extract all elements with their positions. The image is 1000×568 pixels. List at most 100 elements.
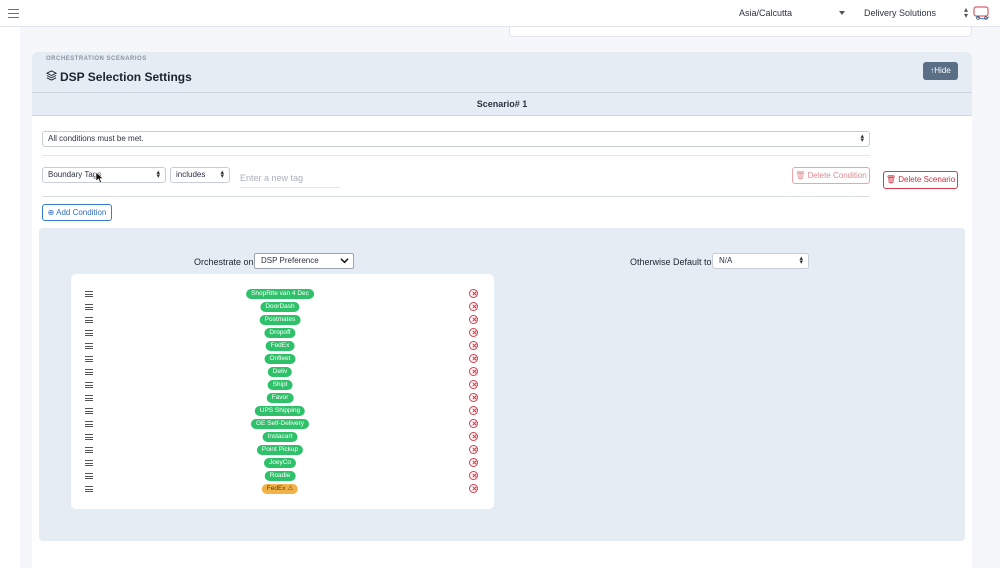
condition-field-select[interactable]: Boundary Tags ▴ ▾	[42, 167, 166, 183]
drag-handle-icon[interactable]	[85, 473, 93, 479]
remove-circle-icon[interactable]	[469, 315, 478, 324]
dsp-list-item[interactable]: FedEx	[71, 340, 494, 353]
drag-handle-icon[interactable]	[85, 421, 93, 427]
delete-scenario-label: Delete Scenario	[898, 175, 956, 184]
dsp-preference-list: ShopRite van 4 Dec DoorDash Postmates Dropo…	[71, 274, 494, 509]
remove-circle-icon[interactable]	[469, 406, 478, 415]
dsp-list-item[interactable]: ShopRite van 4 Dec	[71, 288, 494, 301]
dsp-list-item[interactable]: Point Pickup	[71, 444, 494, 457]
delete-scenario-button[interactable]: 🗑︎ Delete Scenario	[883, 171, 958, 189]
drag-handle-icon[interactable]	[85, 395, 93, 401]
default-dsp-select[interactable]: N/A ▴ ▾	[712, 253, 809, 269]
dsp-list-item[interactable]: FedEx ⚠	[71, 483, 494, 496]
dsp-list-item[interactable]: Instacart	[71, 431, 494, 444]
condition-match-select[interactable]: All conditions must be met. ▴ ▾	[42, 131, 870, 147]
updown-icon: ▴ ▾	[799, 255, 803, 266]
remove-circle-icon[interactable]	[469, 354, 478, 363]
delete-condition-label: Delete Condition	[807, 171, 867, 180]
organization-value: Delivery Solutions	[864, 8, 937, 18]
drag-handle-icon[interactable]	[85, 304, 93, 310]
dsp-name-badge: Instacart	[262, 432, 298, 442]
dsp-name-badge: FedEx ⚠	[261, 484, 299, 494]
dsp-name-badge: ShopRite van 4 Dec	[246, 289, 314, 299]
orchestrate-value: DSP Preference	[261, 256, 319, 265]
dsp-name-badge: Roadie	[264, 471, 296, 481]
drag-handle-icon[interactable]	[85, 486, 93, 492]
hamburger-menu-icon[interactable]	[8, 9, 19, 18]
drag-handle-icon[interactable]	[85, 382, 93, 388]
dsp-list-item[interactable]: GE Self-Delivery	[71, 418, 494, 431]
dsp-name-badge: Deliv	[267, 367, 293, 377]
condition-field-value: Boundary Tags	[48, 170, 102, 179]
drag-handle-icon[interactable]	[85, 330, 93, 336]
remove-circle-icon[interactable]	[469, 393, 478, 402]
dsp-list-item[interactable]: Onfleet	[71, 353, 494, 366]
dsp-list-item[interactable]: JoeyCo	[71, 457, 494, 470]
dsp-list-item[interactable]: Favor	[71, 392, 494, 405]
condition-operator-value: includes	[176, 170, 206, 179]
drag-handle-icon[interactable]	[85, 356, 93, 362]
delivery-logo-icon[interactable]	[972, 3, 992, 23]
layers-icon	[46, 70, 57, 81]
section-eyebrow: ORCHESTRATION SCENARIOS	[46, 56, 147, 62]
top-bar: Asia/Calcutta Delivery Solutions ▴ ▾	[0, 0, 1000, 27]
dsp-list-item[interactable]: Postmates	[71, 314, 494, 327]
drag-handle-icon[interactable]	[85, 369, 93, 375]
dsp-name-badge: Shipt	[267, 380, 293, 390]
mouse-cursor-icon	[95, 171, 104, 184]
dsp-list-item[interactable]: Shipt	[71, 379, 494, 392]
add-condition-label: Add Condition	[56, 208, 107, 217]
drag-handle-icon[interactable]	[85, 447, 93, 453]
dsp-list-item[interactable]: Roadie	[71, 470, 494, 483]
caret-down-icon	[839, 11, 845, 15]
condition-operator-select[interactable]: includes ▴ ▾	[170, 167, 230, 183]
remove-circle-icon[interactable]	[469, 289, 478, 298]
trash-icon: 🗑︎	[795, 171, 806, 180]
remove-circle-icon[interactable]	[469, 484, 478, 493]
dsp-name-badge: UPS Shipping	[254, 406, 306, 416]
updown-icon: ▴ ▾	[963, 5, 968, 20]
orchestrate-select[interactable]: DSP Preference	[254, 253, 354, 269]
dsp-list-item[interactable]: Deliv	[71, 366, 494, 379]
remove-circle-icon[interactable]	[469, 445, 478, 454]
plus-circle-icon: ⊕	[47, 208, 55, 217]
delete-condition-button[interactable]: 🗑︎ Delete Condition	[792, 167, 870, 184]
drag-handle-icon[interactable]	[85, 460, 93, 466]
default-dsp-value: N/A	[719, 256, 733, 265]
tag-input[interactable]	[240, 168, 340, 188]
dsp-name-badge: Onfleet	[264, 354, 296, 364]
remove-circle-icon[interactable]	[469, 419, 478, 428]
remove-circle-icon[interactable]	[469, 380, 478, 389]
dsp-name-badge: Favor	[266, 393, 294, 403]
remove-circle-icon[interactable]	[469, 302, 478, 311]
remove-circle-icon[interactable]	[469, 341, 478, 350]
add-condition-button[interactable]: ⊕ Add Condition	[42, 204, 112, 221]
scenario-title: Scenario# 1	[32, 92, 972, 116]
dsp-name-badge: Postmates	[259, 315, 301, 325]
drag-handle-icon[interactable]	[85, 317, 93, 323]
drag-handle-icon[interactable]	[85, 343, 93, 349]
orchestration-panel: Orchestrate on DSP Preference Otherwise …	[39, 228, 965, 541]
drag-handle-icon[interactable]	[85, 408, 93, 414]
remove-circle-icon[interactable]	[469, 432, 478, 441]
dsp-list-item[interactable]: DoorDash	[71, 301, 494, 314]
drag-handle-icon[interactable]	[85, 291, 93, 297]
remove-circle-icon[interactable]	[469, 471, 478, 480]
timezone-value: Asia/Calcutta	[739, 8, 793, 18]
timezone-select[interactable]: Asia/Calcutta	[739, 8, 847, 20]
updown-icon: ▴ ▾	[220, 169, 224, 180]
hide-button[interactable]: ↑Hide	[923, 62, 958, 80]
dsp-list-item[interactable]: UPS Shipping	[71, 405, 494, 418]
dsp-name-badge: GE Self-Delivery	[250, 419, 310, 429]
updown-icon: ▴ ▾	[156, 169, 160, 180]
remove-circle-icon[interactable]	[469, 328, 478, 337]
dsp-list-item[interactable]: Dropoff	[71, 327, 494, 340]
previous-card-bottom	[509, 27, 972, 37]
card-header: ORCHESTRATION SCENARIOS DSP Selection Se…	[32, 52, 972, 92]
remove-circle-icon[interactable]	[469, 367, 478, 376]
condition-match-value: All conditions must be met.	[48, 134, 144, 143]
drag-handle-icon[interactable]	[85, 434, 93, 440]
remove-circle-icon[interactable]	[469, 458, 478, 467]
organization-select[interactable]: Delivery Solutions ▴ ▾	[864, 5, 968, 20]
page-title: DSP Selection Settings	[60, 70, 192, 84]
